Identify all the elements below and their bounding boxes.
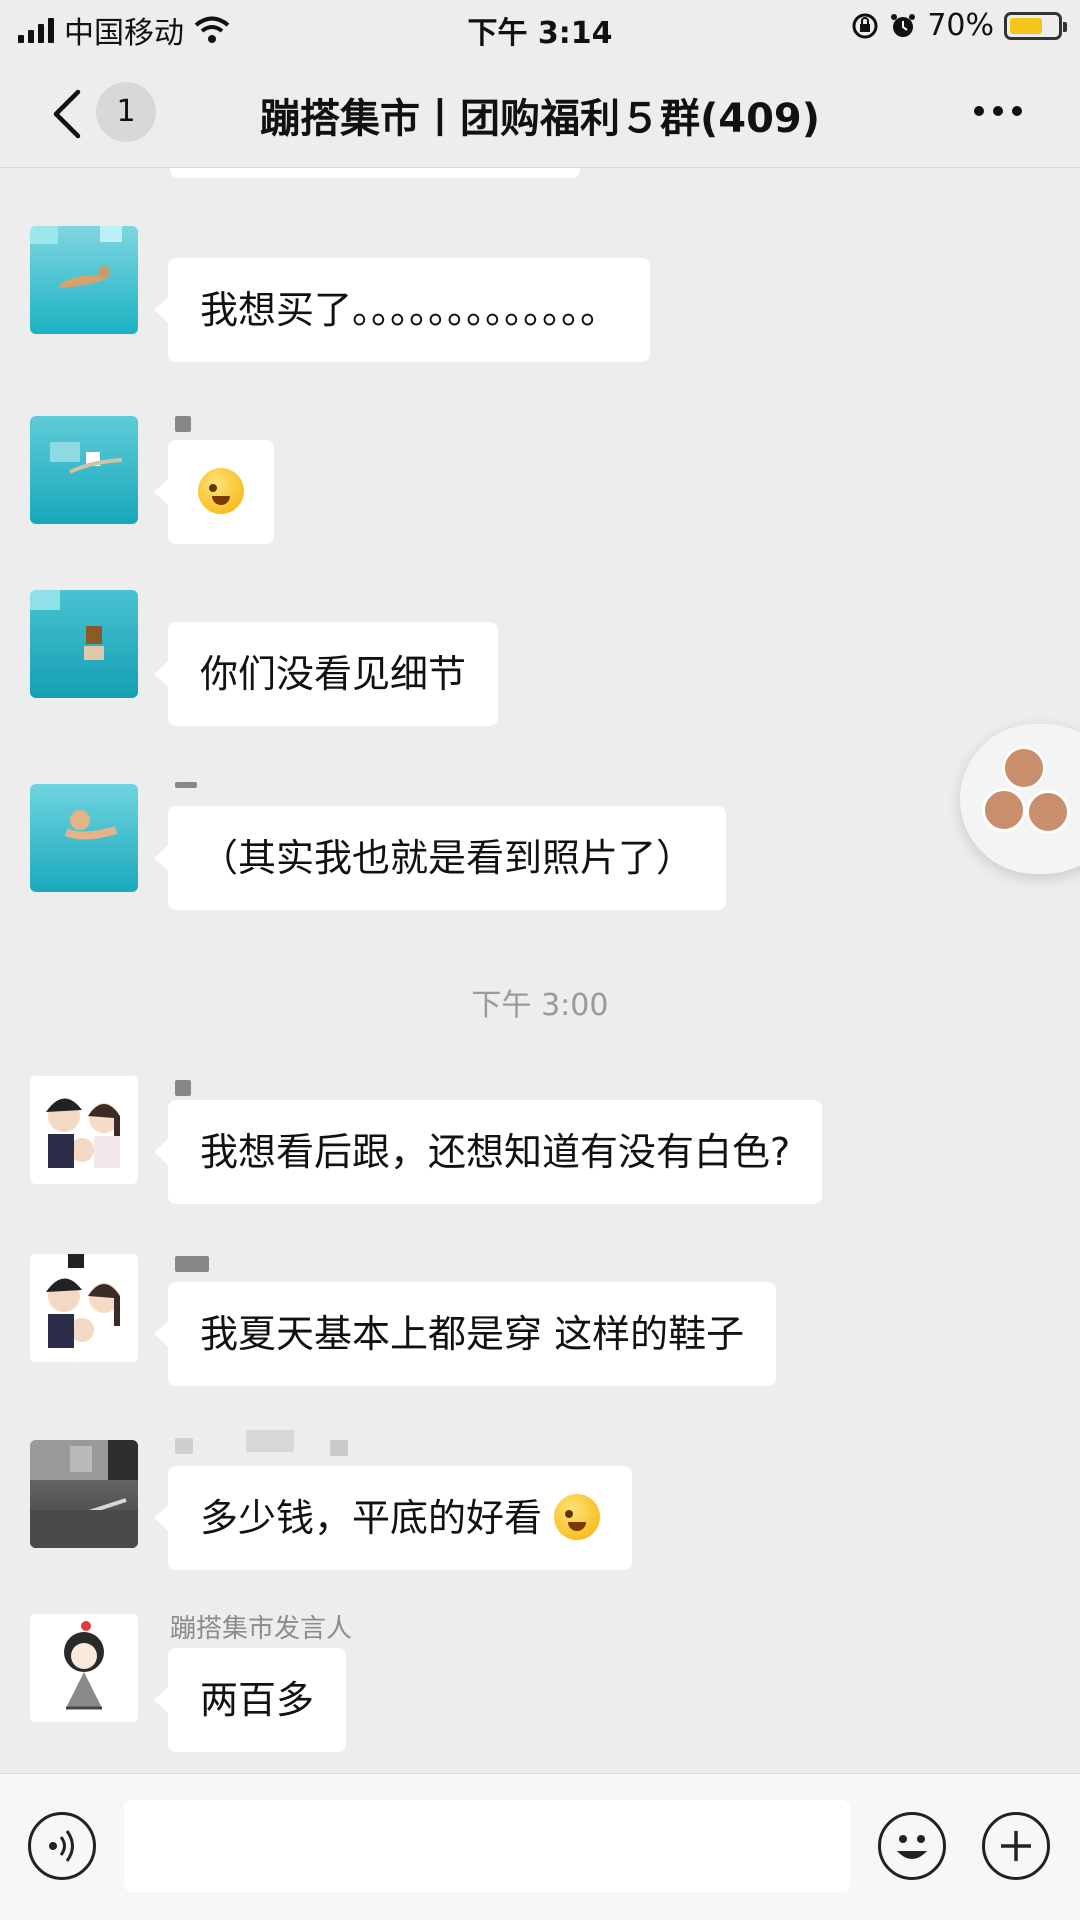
emoji-icon[interactable]: [878, 1812, 946, 1880]
avatar[interactable]: [30, 590, 138, 698]
face-icon: [982, 788, 1026, 832]
message-text: 我夏天基本上都是穿 这样的鞋子: [200, 1312, 745, 1356]
message-bubble[interactable]: 两百多: [153, 1648, 347, 1752]
message-bubble[interactable]: 你们没看见细节: [153, 622, 499, 726]
avatar[interactable]: [30, 1076, 138, 1184]
alarm-icon: [891, 13, 916, 37]
sender-name-blurred: [175, 416, 191, 432]
avatar[interactable]: [30, 1440, 138, 1548]
battery-percent: 70%: [927, 8, 994, 43]
nav-bar: 1 蹦搭集市丨团购福利５群(409): [0, 56, 1080, 168]
message-text: 我想买了。。。。。。。。。。。。。: [200, 288, 619, 332]
plus-icon[interactable]: [982, 1812, 1050, 1880]
partial-message-bubble: [170, 168, 580, 178]
message-bubble[interactable]: 我夏天基本上都是穿 这样的鞋子: [153, 1282, 777, 1386]
status-right: 70%: [851, 8, 1067, 43]
sender-name-blurred: [175, 1438, 193, 1454]
message-bubble[interactable]: 我想看后跟，还想知道有没有白色?: [153, 1100, 823, 1204]
message-text: （其实我也就是看到照片了）: [200, 836, 695, 880]
battery-fill: [1010, 17, 1042, 34]
message-bubble[interactable]: 多少钱，平底的好看: [153, 1466, 633, 1570]
sender-name: 蹦搭集市发言人: [170, 1614, 353, 1644]
rotation-lock-icon: [852, 13, 878, 38]
face-icon: [1026, 790, 1070, 834]
avatar[interactable]: [30, 226, 138, 334]
winking-tongue-emoji: [554, 1493, 601, 1540]
avatar[interactable]: [30, 1614, 138, 1722]
message-bubble[interactable]: [154, 440, 274, 544]
message-text: 我想看后跟，还想知道有没有白色?: [200, 1130, 791, 1174]
sender-name-blurred: [246, 1430, 294, 1452]
face-icon: [1002, 746, 1046, 790]
message-text: 多少钱，平底的好看: [200, 1496, 543, 1540]
message-text: 两百多: [200, 1678, 315, 1722]
sender-name-blurred: [175, 1080, 191, 1096]
sender-name-blurred: [175, 1256, 209, 1272]
status-bar: 中国移动 下午 3:14 70%: [0, 0, 1080, 56]
message-text: 你们没看见细节: [200, 652, 467, 696]
avatar[interactable]: [30, 784, 138, 892]
message-bubble[interactable]: 我想买了。。。。。。。。。。。。。: [153, 258, 651, 362]
more-icon[interactable]: [974, 106, 1022, 116]
sender-name-blurred: [175, 782, 197, 788]
chat-title: 蹦搭集市丨团购福利５群(409): [259, 96, 821, 142]
chat-area[interactable]: 我想买了。。。。。。。。。。。。。 你们没看见细节 （其实我也就是看到照片了）: [0, 168, 1080, 1773]
floating-group-avatar[interactable]: [960, 724, 1080, 874]
voice-icon[interactable]: [28, 1812, 96, 1880]
message-input[interactable]: [124, 1800, 850, 1892]
crying-laughing-emoji: [198, 467, 244, 514]
message-bubble[interactable]: （其实我也就是看到照片了）: [153, 806, 727, 910]
chat-timestamp: 下午 3:00: [471, 988, 609, 1023]
avatar[interactable]: [30, 1254, 138, 1362]
sender-name-blurred: [330, 1440, 348, 1456]
input-bar: [0, 1773, 1080, 1920]
battery-icon: [1004, 11, 1067, 40]
avatar[interactable]: [30, 416, 138, 524]
